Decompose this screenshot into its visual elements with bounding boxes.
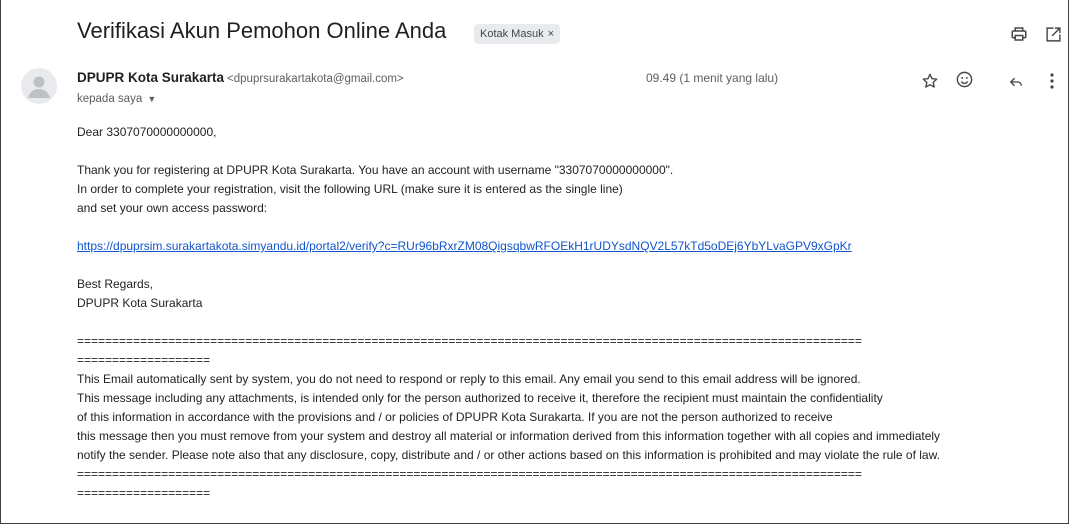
remove-label-icon[interactable]: × xyxy=(548,28,554,40)
email-subject: Verifikasi Akun Pemohon Online Anda xyxy=(77,18,447,43)
closing-line: DPUPR Kota Surakarta xyxy=(77,296,203,310)
separator-line: =================== xyxy=(77,486,211,500)
reply-icon[interactable] xyxy=(1005,71,1027,93)
disclaimer-line: notify the sender. Please note also that… xyxy=(77,448,940,462)
sender-avatar xyxy=(21,68,57,104)
separator-line: =================== xyxy=(77,353,211,367)
dropdown-caret-icon[interactable]: ▼ xyxy=(147,94,156,104)
body-line: and set your own access password: xyxy=(77,201,268,215)
emoji-react-icon[interactable] xyxy=(953,68,975,90)
sender-email: <dpuprsurakartakota@gmail.com> xyxy=(227,73,404,85)
sender-name[interactable]: DPUPR Kota Surakarta xyxy=(77,70,224,85)
email-timestamp: 09.49 (1 menit yang lalu) xyxy=(646,71,779,85)
disclaimer-line: this message then you must remove from y… xyxy=(77,429,941,443)
separator-line: ========================================… xyxy=(77,467,862,481)
disclaimer-line: This message including any attachments, … xyxy=(77,391,883,405)
recipient-text: kepada saya xyxy=(77,93,143,105)
print-icon[interactable] xyxy=(1009,24,1029,44)
open-in-new-window-icon[interactable] xyxy=(1043,24,1063,44)
disclaimer-line: of this information in accordance with t… xyxy=(77,410,833,424)
closing-line: Best Regards, xyxy=(77,277,154,291)
label-chip-inbox[interactable]: Kotak Masuk × xyxy=(474,24,561,44)
body-line: In order to complete your registration, … xyxy=(77,182,623,196)
default-avatar-icon xyxy=(28,76,50,98)
recipient-line[interactable]: kepada saya ▼ xyxy=(77,93,156,105)
more-vert-icon[interactable] xyxy=(1044,70,1060,92)
label-chip-text: Kotak Masuk xyxy=(480,28,544,40)
disclaimer-line: This Email automatically sent by system,… xyxy=(77,372,861,386)
separator-line: ========================================… xyxy=(77,334,862,348)
email-body: Dear 3307070000000000, Thank you for reg… xyxy=(77,123,940,503)
greeting: Dear 3307070000000000, xyxy=(77,125,217,139)
star-icon[interactable] xyxy=(919,70,941,92)
sender-line: DPUPR Kota Surakarta <dpuprsurakartakota@… xyxy=(77,70,404,85)
body-line: Thank you for registering at DPUPR Kota … xyxy=(77,163,674,177)
verification-link[interactable]: https://dpuprsim.surakartakota.simyandu.… xyxy=(77,239,852,253)
